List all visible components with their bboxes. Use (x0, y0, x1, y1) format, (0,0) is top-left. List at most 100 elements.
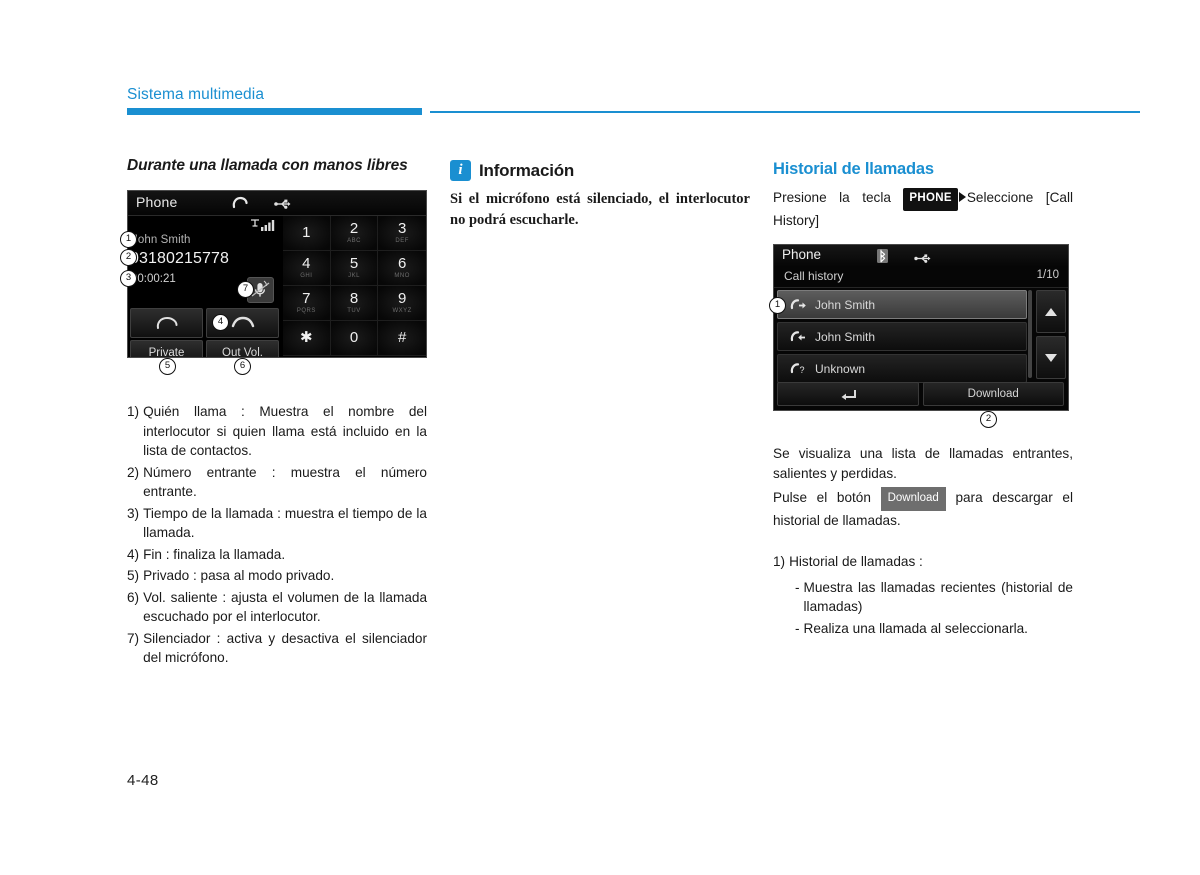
scroll-up-button[interactable] (1036, 290, 1066, 333)
header-rule-thick (127, 108, 422, 115)
incoming-call-icon (790, 329, 808, 345)
download-chip[interactable]: Download (880, 487, 946, 511)
call-history-screen-figure: Phone Call history 1/10 John Smith John … (769, 244, 1073, 428)
list-marker: 1) (127, 404, 140, 419)
phone-key-instruction: Presione la tecla PHONE Seleccione [Call … (773, 188, 1073, 230)
list-marker: 2) (127, 464, 140, 480)
svg-text:?: ? (800, 365, 805, 375)
scroll-down-button[interactable] (1036, 336, 1066, 379)
callout-5: 5 (159, 358, 176, 375)
key-4-digit: 4 (302, 255, 311, 272)
list-item: 4) Fin : finaliza la llamada. (127, 545, 427, 565)
call-history-status-title: Phone (782, 247, 822, 262)
key-8-digit: 8 (349, 290, 359, 307)
list-marker: 5) (127, 568, 140, 583)
call-history-screen: Phone Call history 1/10 John Smith John … (773, 244, 1069, 411)
callout-1: 1 (769, 297, 786, 314)
dial-keypad: 1 2 ABC 3 DEF 4 GHI 5 JKL 6 MNO 7 PQRS 8… (283, 216, 426, 356)
key-hash[interactable]: # (378, 321, 426, 356)
key-5[interactable]: 5 JKL (330, 251, 379, 286)
list-item: 2) Número entrante : muestra el número e… (127, 463, 427, 502)
page-indicator: 1/10 (1036, 269, 1059, 281)
phone-hard-key-chip[interactable]: PHONE (903, 188, 958, 211)
list-text: Fin : finaliza la llamada. (143, 546, 286, 562)
caller-name: John Smith (132, 234, 191, 246)
list-scrollbar[interactable] (1028, 290, 1032, 378)
sublist-item: - Muestra las llamadas recientes (histor… (795, 578, 1073, 617)
download-button[interactable]: Download (922, 382, 1064, 406)
callout-2: 2 (980, 411, 997, 428)
list-marker: 7) (127, 630, 140, 646)
key-7[interactable]: 7 PQRS (283, 286, 331, 321)
section-title: Sistema multimedia (127, 86, 265, 103)
key-star[interactable]: ✱ (283, 321, 331, 356)
left-column-heading: Durante una llamada con manos libres (127, 157, 408, 174)
phone-number: 03180215778 (130, 250, 229, 267)
signal-bars-icon (250, 218, 276, 232)
out-volume-button[interactable]: Out Vol. (206, 340, 279, 357)
right-column-heading: Historial de llamadas (773, 160, 934, 178)
in-call-action-buttons (130, 308, 279, 338)
callout-6: 6 (234, 358, 251, 375)
right-column-list: 1) Historial de llamadas : (773, 552, 1073, 572)
list-text: Historial de llamadas : (789, 554, 923, 569)
call-history-subtitle: Call history (784, 269, 844, 283)
bluetooth-icon (877, 249, 888, 263)
list-text: Quién llama : Muestra el nombre del inte… (143, 404, 427, 458)
key-2[interactable]: 2 ABC (330, 216, 379, 251)
call-history-bottom-bar: Download (777, 382, 1064, 406)
call-history-row-1[interactable]: John Smith (777, 290, 1027, 319)
middle-column: i Información Si el micrófono está silen… (450, 160, 750, 231)
usb-icon (274, 197, 292, 209)
sublist-item: - Realiza una llamada al seleccionarla. (795, 619, 1073, 639)
list-text: Vol. saliente : ajusta el volumen de la … (143, 589, 427, 625)
information-header: i Información (450, 160, 750, 181)
sublist-text: Muestra las llamadas recientes (historia… (803, 579, 1073, 615)
call-history-row-2[interactable]: John Smith (777, 322, 1027, 351)
key-0[interactable]: 0 (330, 321, 379, 356)
key-6-letters: MNO (394, 273, 410, 279)
list-text: Silenciador : activa y desactiva el sile… (143, 630, 427, 666)
phone-status-bar: Phone (128, 191, 426, 216)
list-item: 3) Tiempo de la llamada : muestra el tie… (127, 504, 427, 543)
key-hash-digit: # (397, 329, 407, 346)
page-header: Sistema multimedia (127, 86, 1140, 115)
phone-status-title: Phone (136, 194, 178, 210)
call-history-list: John Smith John Smith ? Unknown (777, 290, 1027, 386)
list-text: Número entrante : muestra el número entr… (143, 464, 427, 500)
download-instruction: Pulse el botón Download para descargar e… (773, 487, 1073, 530)
key-8[interactable]: 8 TUV (330, 286, 379, 321)
key-3[interactable]: 3 DEF (378, 216, 426, 251)
left-column-list: 1) Quién llama : Muestra el nombre del i… (127, 402, 427, 668)
arrow-right-icon (958, 192, 966, 202)
list-item: 5) Privado : pasa al modo privado. (127, 566, 427, 586)
callout-4: 4 (212, 314, 229, 331)
answer-call-button[interactable] (130, 308, 203, 338)
callout-3: 3 (120, 270, 137, 287)
sublist-marker: - (795, 579, 800, 595)
back-arrow-icon (841, 390, 856, 400)
missed-call-icon: ? (790, 361, 808, 377)
key-4-letters: GHI (300, 273, 313, 279)
header-rule-thin (430, 111, 1140, 113)
key-4[interactable]: 4 GHI (283, 251, 331, 286)
call-history-row-3[interactable]: ? Unknown (777, 354, 1027, 383)
in-call-info-panel: John Smith 03180215778 00:00:21 Private … (128, 216, 281, 357)
list-item: 7) Silenciador : activa y desactiva el s… (127, 629, 427, 668)
instruction-pre-text: Presione la tecla (773, 190, 891, 205)
key-0-digit: 0 (349, 329, 359, 346)
list-marker: 4) (127, 546, 140, 562)
in-call-screen: Phone John Smith 03180215778 00:00:21 Pr… (127, 190, 427, 358)
private-button[interactable]: Private (130, 340, 203, 357)
key-9-letters: WXYZ (392, 308, 412, 314)
sublist-marker: - (795, 620, 800, 636)
sublist-text: Realiza una llamada al seleccionarla. (803, 620, 1028, 636)
back-button[interactable] (777, 382, 919, 406)
list-item: 1) Quién llama : Muestra el nombre del i… (127, 402, 427, 461)
key-5-digit: 5 (349, 255, 359, 272)
key-9[interactable]: 9 WXYZ (378, 286, 426, 321)
key-2-digit: 2 (349, 220, 359, 237)
call-history-row-3-label: Unknown (815, 361, 866, 376)
key-1[interactable]: 1 (283, 216, 331, 251)
key-6[interactable]: 6 MNO (378, 251, 426, 286)
